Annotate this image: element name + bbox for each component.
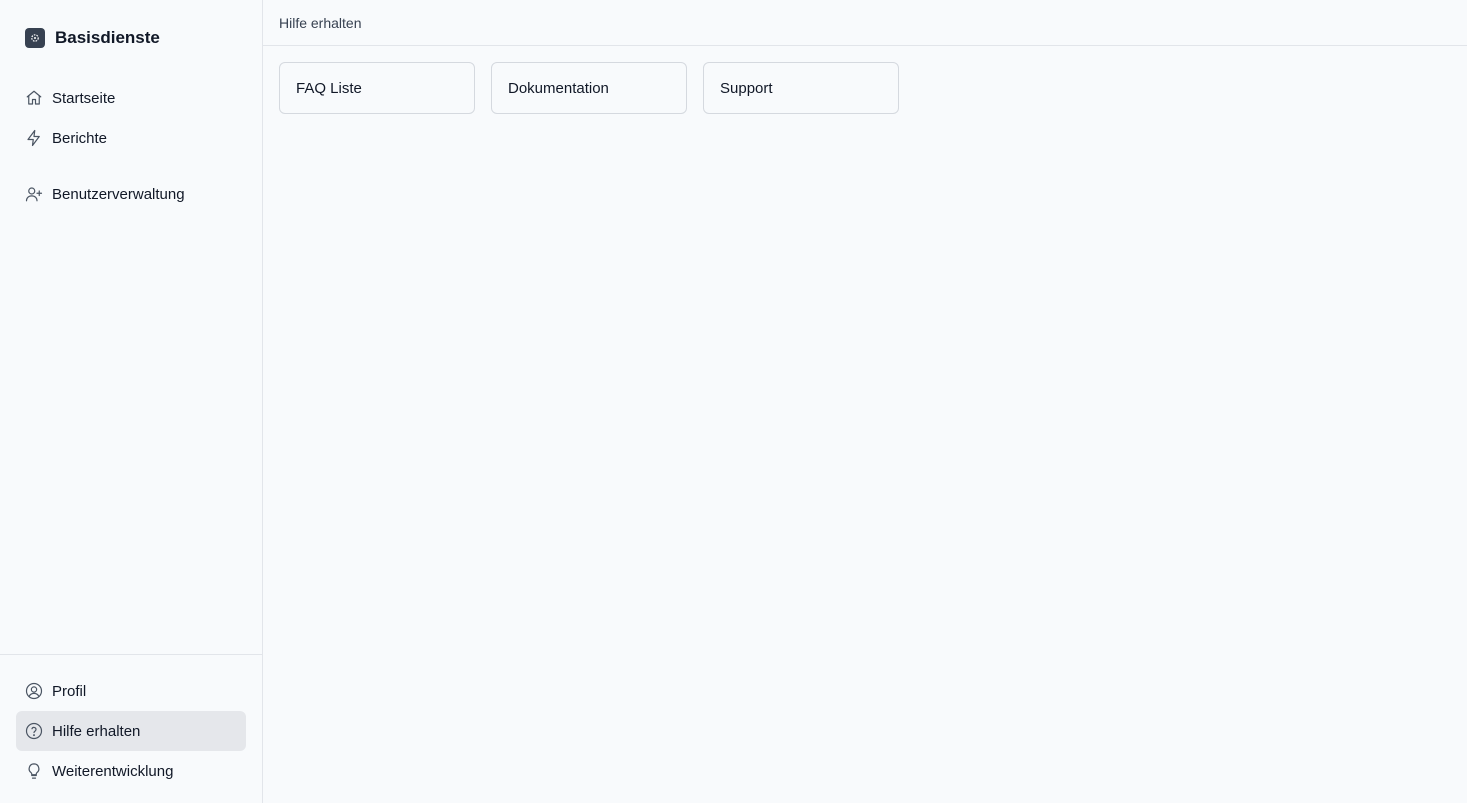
sidebar-item-benutzerverwaltung[interactable]: Benutzerverwaltung: [16, 174, 246, 214]
user-plus-icon: [24, 185, 43, 204]
sidebar-item-label: Weiterentwicklung: [52, 762, 174, 780]
main-content: Hilfe erhalten FAQ Liste Dokumentation S…: [263, 0, 1467, 803]
brand[interactable]: Basisdienste: [0, 19, 262, 57]
card-label: Support: [720, 79, 773, 97]
sidebar-nav-main: Startseite Berichte Benutzerverwaltung: [0, 78, 262, 214]
sidebar-item-label: Profil: [52, 682, 87, 700]
question-circle-icon: [24, 722, 43, 741]
sidebar-item-profil[interactable]: Profil: [16, 671, 246, 711]
home-icon: [24, 89, 43, 108]
sidebar-item-label: Benutzerverwaltung: [52, 185, 185, 203]
app-logo-icon: [25, 28, 45, 48]
sidebar-item-startseite[interactable]: Startseite: [16, 78, 246, 118]
user-circle-icon: [24, 682, 43, 701]
card-label: FAQ Liste: [296, 79, 362, 97]
top-bar: Hilfe erhalten: [263, 0, 1467, 46]
sidebar-item-berichte[interactable]: Berichte: [16, 118, 246, 158]
sidebar-nav-bottom: Profil Hilfe erhalten Weiterentwicklung: [0, 654, 262, 803]
card-label: Dokumentation: [508, 79, 609, 97]
sidebar-item-hilfe-erhalten[interactable]: Hilfe erhalten: [16, 711, 246, 751]
sidebar-item-label: Berichte: [52, 129, 108, 147]
lightning-icon: [24, 129, 43, 148]
app-name: Basisdienste: [55, 28, 160, 47]
lightbulb-icon: [24, 762, 43, 781]
card-support[interactable]: Support: [703, 62, 899, 114]
sidebar-item-label: Hilfe erhalten: [52, 722, 141, 740]
app-shell: Basisdienste Startseite Berichte Benutze…: [0, 0, 1467, 803]
sidebar: Basisdienste Startseite Berichte Benutze…: [0, 0, 263, 803]
page-title: Hilfe erhalten: [279, 14, 362, 31]
card-faq-liste[interactable]: FAQ Liste: [279, 62, 475, 114]
sidebar-item-label: Startseite: [52, 89, 116, 107]
help-cards: FAQ Liste Dokumentation Support: [263, 46, 1467, 114]
sidebar-item-weiterentwicklung[interactable]: Weiterentwicklung: [16, 751, 246, 791]
card-dokumentation[interactable]: Dokumentation: [491, 62, 687, 114]
